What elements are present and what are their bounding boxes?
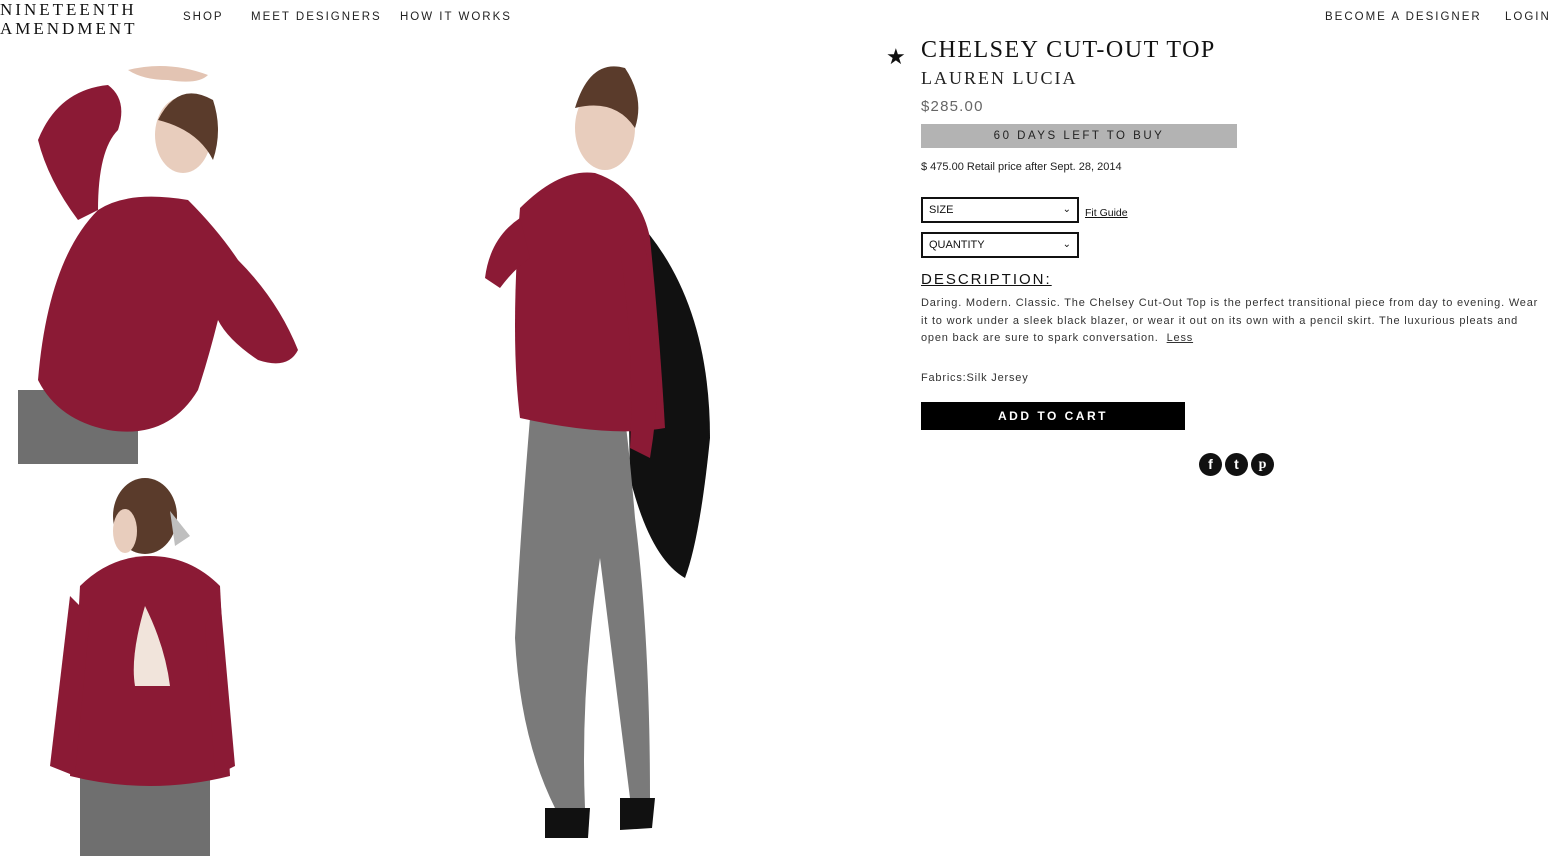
description-body: Daring. Modern. Classic. The Chelsey Cut… xyxy=(921,297,1539,344)
favorite-star-icon[interactable]: ★ xyxy=(886,44,906,70)
designer-link[interactable]: LAUREN LUCIA xyxy=(921,68,1078,89)
pinterest-icon[interactable]: p xyxy=(1251,453,1274,476)
product-photo-side[interactable] xyxy=(18,60,308,464)
product-price: $285.00 xyxy=(921,98,984,115)
nav-meet-designers[interactable]: MEET DESIGNERS xyxy=(251,11,382,23)
nav-shop[interactable]: SHOP xyxy=(183,11,224,23)
brand-logo[interactable]: NINETEENTH AMENDMENT xyxy=(0,0,170,38)
nav-how-it-works[interactable]: HOW IT WORKS xyxy=(400,11,512,23)
fabrics-info: Fabrics:Silk Jersey xyxy=(921,372,1029,384)
size-select-label: SIZE xyxy=(929,204,954,216)
description-heading: DESCRIPTION: xyxy=(921,271,1052,288)
chevron-down-icon: ⌄ xyxy=(1062,204,1071,215)
twitter-icon[interactable]: t xyxy=(1225,453,1248,476)
facebook-icon[interactable]: f xyxy=(1199,453,1222,476)
quantity-select-label: QUANTITY xyxy=(929,239,985,251)
retail-price-note: $ 475.00 Retail price after Sept. 28, 20… xyxy=(921,161,1122,173)
less-link[interactable]: Less xyxy=(1167,332,1193,344)
product-photo-main[interactable] xyxy=(380,38,780,856)
logo-line-2: AMENDMENT xyxy=(0,19,138,38)
product-title: CHELSEY CUT-OUT TOP xyxy=(921,37,1216,63)
nav-become-a-designer[interactable]: BECOME A DESIGNER xyxy=(1325,11,1482,23)
nav-login[interactable]: LOGIN xyxy=(1505,11,1551,23)
chevron-down-icon: ⌄ xyxy=(1062,239,1071,250)
fit-guide-link[interactable]: Fit Guide xyxy=(1085,207,1128,219)
logo-line-1: NINETEENTH xyxy=(0,0,137,19)
add-to-cart-button[interactable]: ADD TO CART xyxy=(921,402,1185,430)
product-photo-back[interactable] xyxy=(50,476,250,856)
days-left-banner: 60 DAYS LEFT TO BUY xyxy=(921,124,1237,148)
size-select[interactable]: SIZE ⌄ xyxy=(921,197,1079,223)
description-text: Daring. Modern. Classic. The Chelsey Cut… xyxy=(921,295,1546,348)
quantity-select[interactable]: QUANTITY ⌄ xyxy=(921,232,1079,258)
